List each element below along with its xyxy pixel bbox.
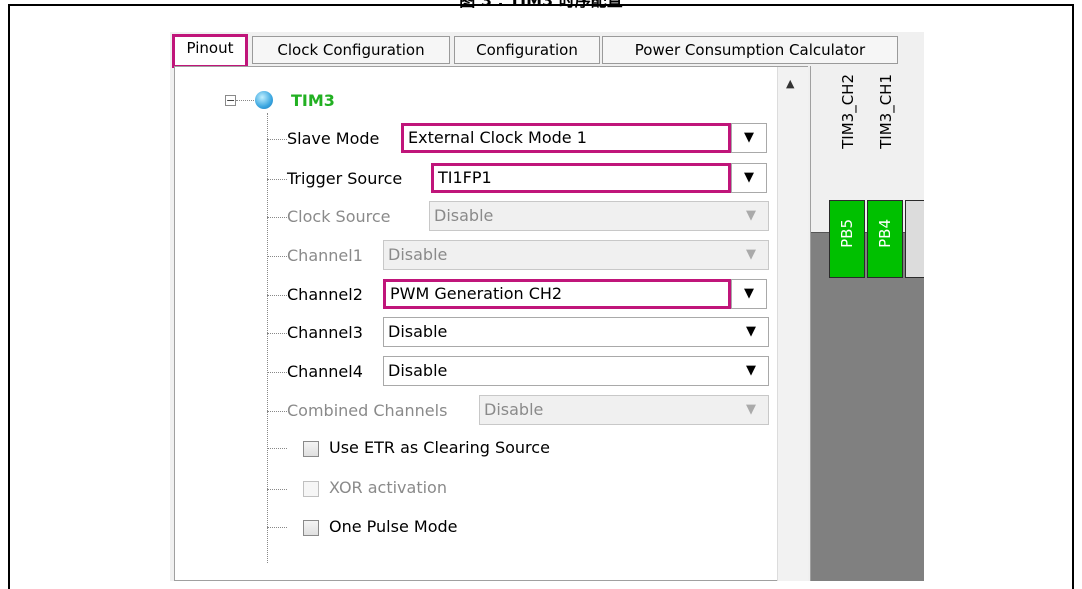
pin-pb5-label: PB5 bbox=[838, 219, 856, 248]
pin-pb4[interactable]: PB4 bbox=[867, 200, 903, 278]
pin-pb5[interactable]: PB5 bbox=[829, 200, 865, 278]
tab-clock-configuration[interactable]: Clock Configuration bbox=[252, 36, 450, 64]
trigger-source-value: TI1FP1 bbox=[438, 168, 492, 187]
channel2-select[interactable]: PWM Generation CH2 bbox=[383, 279, 731, 309]
stm32cubemx-window: Pinout Clock Configuration Configuration… bbox=[170, 32, 924, 581]
chevron-down-icon: ▼ bbox=[746, 208, 756, 223]
figure-caption: 图 3 . TIM3 时序配置 bbox=[459, 0, 623, 10]
one-pulse-mode-checkbox[interactable] bbox=[303, 520, 319, 536]
combined-channels-label: Combined Channels bbox=[287, 401, 448, 420]
tab-bar: Pinout Clock Configuration Configuration… bbox=[170, 32, 924, 68]
trigger-source-label: Trigger Source bbox=[287, 169, 403, 188]
chevron-down-icon: ▼ bbox=[744, 286, 754, 301]
channel2-value: PWM Generation CH2 bbox=[390, 284, 563, 303]
channel2-label: Channel2 bbox=[287, 285, 363, 304]
tab-power-consumption-calculator[interactable]: Power Consumption Calculator bbox=[602, 36, 898, 64]
channel3-value: Disable bbox=[388, 322, 448, 341]
trigger-source-select[interactable]: TI1FP1 bbox=[431, 163, 731, 193]
slave-mode-value: External Clock Mode 1 bbox=[408, 128, 587, 147]
chevron-down-icon: ▼ bbox=[746, 247, 756, 262]
chevron-down-icon: ▼ bbox=[746, 363, 756, 378]
combined-channels-value: Disable bbox=[484, 400, 544, 419]
slave-mode-label: Slave Mode bbox=[287, 129, 380, 148]
peripheral-tree-panel: − TIM3 Slave Mode External Clock Mode 1 … bbox=[174, 66, 808, 581]
channel4-value: Disable bbox=[388, 361, 448, 380]
chip-body bbox=[811, 232, 924, 581]
chevron-down-icon: ▼ bbox=[746, 324, 756, 339]
tab-configuration[interactable]: Configuration bbox=[454, 36, 600, 64]
channel4-label: Channel4 bbox=[287, 362, 363, 381]
pin-pb4-label: PB4 bbox=[876, 219, 894, 248]
chevron-down-icon: ▼ bbox=[744, 130, 754, 145]
clock-source-label: Clock Source bbox=[287, 207, 391, 226]
chevron-down-icon: ▼ bbox=[746, 402, 756, 417]
use-etr-checkbox[interactable] bbox=[303, 441, 319, 457]
trigger-source-dropdown-button[interactable]: ▼ bbox=[731, 163, 767, 193]
slave-mode-select[interactable]: External Clock Mode 1 bbox=[401, 123, 731, 153]
pinout-view: TIM3_CH2 TIM3_CH1 PB5 PB4 bbox=[810, 66, 924, 581]
one-pulse-mode-label: One Pulse Mode bbox=[329, 517, 458, 536]
clock-source-value: Disable bbox=[434, 206, 494, 225]
use-etr-label: Use ETR as Clearing Source bbox=[329, 438, 550, 457]
channel1-label: Channel1 bbox=[287, 246, 363, 265]
tab-pinout[interactable]: Pinout bbox=[172, 34, 248, 68]
channel2-dropdown-button[interactable]: ▼ bbox=[731, 279, 767, 309]
channel1-select[interactable]: Disable ▼ bbox=[383, 240, 769, 270]
clock-source-select[interactable]: Disable ▼ bbox=[429, 201, 769, 231]
channel3-select[interactable]: Disable ▼ bbox=[383, 317, 769, 347]
peripheral-cube-icon bbox=[255, 91, 273, 109]
collapse-toggle[interactable]: − bbox=[225, 95, 236, 106]
slave-mode-dropdown-button[interactable]: ▼ bbox=[731, 123, 767, 153]
vertical-scrollbar[interactable]: ▲ bbox=[777, 67, 808, 581]
xor-activation-label: XOR activation bbox=[329, 478, 447, 497]
tree-node-tim3[interactable]: TIM3 bbox=[291, 91, 335, 110]
signal-label-tim3-ch2: TIM3_CH2 bbox=[839, 74, 857, 149]
xor-activation-checkbox[interactable] bbox=[303, 481, 319, 497]
channel3-label: Channel3 bbox=[287, 323, 363, 342]
channel4-select[interactable]: Disable ▼ bbox=[383, 356, 769, 386]
signal-label-tim3-ch1: TIM3_CH1 bbox=[877, 74, 895, 149]
combined-channels-select[interactable]: Disable ▼ bbox=[479, 395, 769, 425]
scroll-up-arrow-icon[interactable]: ▲ bbox=[786, 77, 794, 90]
pin-unassigned[interactable] bbox=[905, 200, 924, 278]
channel1-value: Disable bbox=[388, 245, 448, 264]
chevron-down-icon: ▼ bbox=[744, 170, 754, 185]
